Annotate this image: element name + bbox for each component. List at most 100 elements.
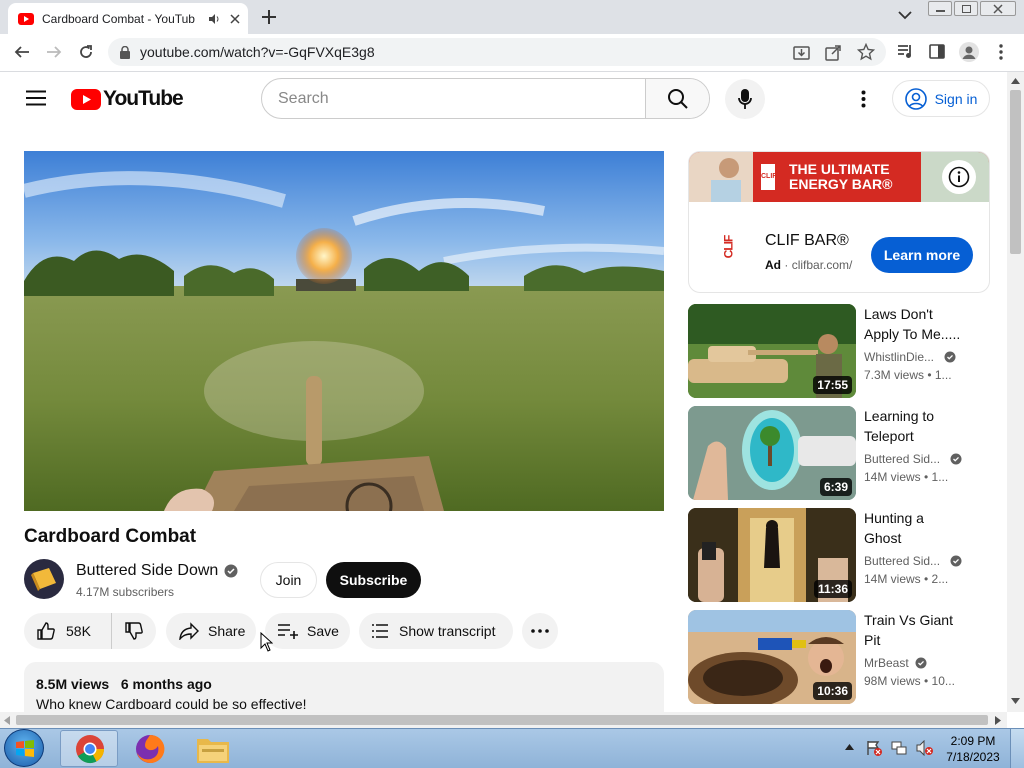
related-meta: 14M views • 1... [864,470,949,484]
action-center-flag-icon[interactable] [866,740,882,756]
channel-name-row[interactable]: Buttered Side Down [76,562,238,580]
transcript-label: Show transcript [399,623,496,639]
learn-more-button[interactable]: Learn more [871,237,973,273]
related-meta: 14M views • 2... [864,572,949,586]
show-desktop-button[interactable] [1010,729,1024,768]
horizontal-scroll-thumb[interactable] [16,715,988,725]
related-title[interactable]: Train Vs Giant Pit [864,610,974,650]
upload-age: 6 months ago [120,676,212,692]
share-page-icon[interactable] [825,44,842,61]
save-button[interactable]: Save [265,613,350,649]
minimize-button[interactable] [928,1,952,16]
volume-muted-icon[interactable] [916,740,934,756]
network-icon[interactable] [891,740,907,756]
video-player[interactable] [24,151,664,511]
side-panel-icon[interactable] [929,44,945,59]
tab-close-icon[interactable] [230,13,240,24]
video-title: Cardboard Combat [24,526,197,547]
audio-playing-icon[interactable] [208,13,220,25]
dislike-button[interactable] [112,613,156,649]
clif-logo-text: CLIF [720,235,735,259]
scroll-down-arrow-icon[interactable] [1011,698,1020,704]
ad-info-button[interactable] [942,160,976,194]
channel-name[interactable]: Buttered Side Down [76,562,218,580]
related-title[interactable]: Learning to Teleport [864,406,974,446]
bookmark-star-icon[interactable] [857,43,875,61]
new-tab-icon[interactable] [260,8,278,26]
more-actions-button[interactable] [522,613,558,649]
system-clock[interactable]: 2:09 PM 7/18/2023 [944,733,1002,765]
subscribe-button[interactable]: Subscribe [326,562,421,598]
media-controls-icon[interactable] [897,44,914,59]
search-button[interactable] [645,79,709,118]
thumbs-up-icon [37,622,55,640]
clock-time: 2:09 PM [950,734,996,748]
ad-label: Ad [765,258,781,272]
channel-avatar[interactable] [24,559,64,599]
ad-title[interactable]: CLIF BAR® [765,232,849,250]
related-meta: 7.3M views • 1... [864,368,952,382]
address-bar[interactable]: youtube.com/watch?v=-GqFVXqE3g8 [108,38,886,66]
horizontal-scrollbar[interactable] [0,712,1007,728]
search-input[interactable] [262,79,645,118]
scroll-left-arrow-icon[interactable] [4,716,10,725]
restore-button[interactable] [954,1,978,16]
related-channel-row[interactable]: MrBeast [864,656,927,670]
transcript-icon [372,624,388,638]
url-text[interactable]: youtube.com/watch?v=-GqFVXqE3g8 [140,44,375,60]
join-button[interactable]: Join [260,562,317,598]
search-icon [667,88,688,109]
sign-in-button[interactable]: Sign in [892,80,990,117]
browser-menu-icon[interactable] [999,44,1003,60]
related-title[interactable]: Laws Don't Apply To Me..... [864,304,974,344]
scroll-right-arrow-icon[interactable] [995,716,1001,725]
related-title-line2: Pit [864,632,881,648]
file-explorer-icon[interactable] [196,734,230,764]
related-title-line2: Teleport [864,428,914,444]
show-transcript-button[interactable]: Show transcript [359,613,513,649]
youtube-logo[interactable]: YouTube [71,87,184,111]
description-box[interactable]: 8.5M views 6 months ago Who knew Cardboa… [24,662,664,712]
like-button[interactable]: 58K [24,613,112,649]
join-label: Join [275,572,302,588]
ad-banner-line1: THE ULTIMATE [789,161,890,177]
browser-tab[interactable]: Cardboard Combat - YouTub [8,3,248,34]
reload-icon[interactable] [72,38,100,66]
verified-check-icon [944,351,956,363]
settings-more-icon[interactable] [861,90,866,108]
related-title-line1: Train Vs Giant [864,612,953,628]
back-arrow-icon[interactable] [8,38,36,66]
ad-card[interactable]: CLIF THE ULTIMATE ENERGY BAR® CLIF CLIF … [688,151,990,293]
scroll-up-arrow-icon[interactable] [1011,78,1020,84]
verified-check-icon [950,555,962,567]
related-channel-row[interactable]: Buttered Sid... [864,452,962,466]
related-thumbnail[interactable]: 10:36 [688,610,856,704]
related-channel-row[interactable]: WhistlinDie... [864,350,956,364]
vertical-scroll-thumb[interactable] [1010,90,1021,254]
start-button[interactable] [4,729,44,767]
tab-search-chevron-icon[interactable] [898,10,912,20]
profile-avatar-icon[interactable] [959,42,979,62]
voice-search-button[interactable] [725,79,765,119]
subscribe-label: Subscribe [339,572,408,588]
related-channel-row[interactable]: Buttered Sid... [864,554,962,568]
search-bar[interactable] [261,78,710,119]
related-thumbnail[interactable]: 11:36 [688,508,856,602]
info-icon [948,166,970,188]
vertical-scrollbar[interactable] [1007,72,1024,712]
install-app-icon[interactable] [793,44,810,61]
firefox-icon[interactable] [134,733,166,765]
hamburger-menu-icon[interactable] [26,90,46,106]
ad-banner[interactable]: CLIF THE ULTIMATE ENERGY BAR® [689,152,989,202]
forward-arrow-icon[interactable] [40,38,68,66]
related-thumbnail[interactable]: 17:55 [688,304,856,398]
related-title[interactable]: Hunting a Ghost [864,508,974,548]
share-button[interactable]: Share [166,613,256,649]
clif-banner-logo: CLIF [761,164,777,190]
related-thumbnail[interactable]: 6:39 [688,406,856,500]
close-window-button[interactable] [980,1,1016,16]
taskbar-chrome-button[interactable] [60,730,118,767]
lock-icon[interactable] [120,45,130,59]
share-arrow-icon [179,622,199,640]
show-hidden-icons-arrow-icon[interactable] [845,744,854,750]
